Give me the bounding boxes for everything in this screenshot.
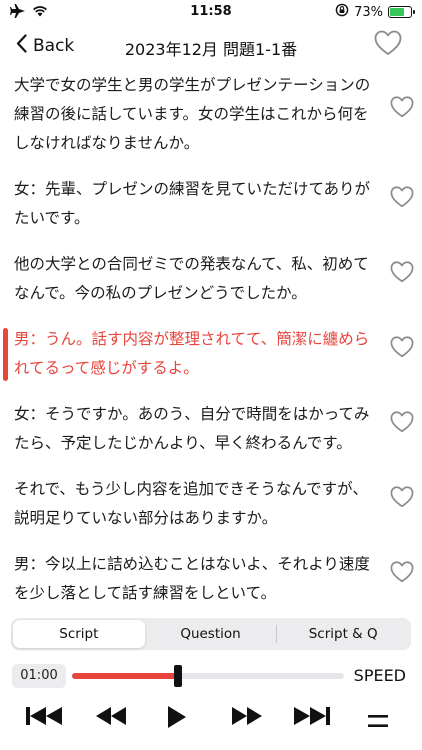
script-line[interactable]: 他の大学との合同ゼミでの発表なんて、私、初めてなんで。今の私のプレゼンどうでした…	[0, 245, 422, 308]
heart-outline-icon[interactable]	[390, 410, 414, 443]
view-mode-segmented-control[interactable]: Script Question Script & Q	[11, 618, 411, 650]
heart-outline-icon[interactable]	[390, 485, 414, 518]
rewind-button[interactable]	[96, 706, 126, 730]
script-line[interactable]: 大学で女の学生と男の学生がプレゼンテーションの練習の後に話しています。女の学生は…	[0, 66, 422, 158]
script-list[interactable]: 大学で女の学生と男の学生がプレゼンテーションの練習の後に話しています。女の学生は…	[0, 66, 422, 612]
skip-to-end-button[interactable]	[294, 706, 330, 730]
heart-outline-icon[interactable]	[390, 260, 414, 293]
playback-controls	[0, 700, 422, 740]
play-button[interactable]	[168, 706, 186, 732]
script-line-text: 女：そうですか。あのう、自分で時間をはかってみたら、予定したじかんより、早く終わ…	[14, 405, 370, 452]
heart-outline-icon[interactable]	[390, 185, 414, 218]
current-time: 01:00	[12, 664, 66, 688]
fast-forward-button[interactable]	[232, 706, 262, 730]
script-line[interactable]: 男：うん。話す内容が整理されてて、簡潔に纏められてるって感じがするよ。	[0, 320, 422, 383]
script-line-text: 男：今以上に詰め込むことはないよ、それより速度を少し落として話す練習をしといて。	[14, 555, 370, 602]
menu-icon	[368, 712, 388, 731]
tab-question[interactable]: Question	[145, 620, 277, 648]
speed-button[interactable]: SPEED	[354, 666, 406, 685]
progress-thumb[interactable]	[174, 665, 183, 687]
heart-outline-icon	[374, 30, 402, 60]
status-bar: 11:58 73%	[0, 0, 422, 24]
fast-forward-icon	[232, 707, 262, 730]
skip-to-start-button[interactable]	[26, 706, 62, 730]
page-title: 2023年12月 問題1-1番	[124, 40, 298, 59]
progress-row: 01:00 SPEED	[0, 662, 422, 690]
script-line[interactable]: 女：そうですか。あのう、自分で時間をはかってみたら、予定したじかんより、早く終わ…	[0, 395, 422, 458]
battery-percent: 73%	[354, 4, 383, 20]
script-line-text: それで、もう少し内容を追加できそうなんですが、説明足りていない部分はありますか。	[14, 480, 368, 527]
status-right: 73%	[335, 3, 415, 21]
script-line-text: 大学で女の学生と男の学生がプレゼンテーションの練習の後に話しています。女の学生は…	[14, 76, 371, 152]
tab-script-and-q[interactable]: Script & Q	[277, 620, 409, 648]
script-line-text: 他の大学との合同ゼミでの発表なんて、私、初めてなんで。今の私のプレゼンどうでした…	[14, 255, 369, 302]
tab-script[interactable]: Script	[13, 620, 145, 648]
nav-bar: Back 2023年12月 問題1-1番	[0, 26, 422, 66]
battery-icon	[388, 6, 415, 18]
heart-outline-icon[interactable]	[390, 96, 414, 128]
skip-to-start-icon	[26, 707, 62, 730]
progress-slider[interactable]	[72, 665, 344, 687]
favorite-button[interactable]	[374, 30, 402, 60]
rewind-icon	[96, 707, 126, 730]
heart-outline-icon[interactable]	[390, 335, 414, 368]
skip-to-end-icon	[294, 707, 330, 730]
script-line-text: 男：うん。話す内容が整理されてて、簡潔に纏められてるって感じがするよ。	[14, 330, 370, 377]
script-line-text: 女：先輩、プレゼンの練習を見ていただけてありがたいです。	[14, 180, 371, 227]
script-line[interactable]: それで、もう少し内容を追加できそうなんですが、説明足りていない部分はありますか。	[0, 470, 422, 533]
menu-button[interactable]	[368, 712, 388, 731]
progress-played	[72, 673, 179, 679]
play-icon	[168, 706, 186, 732]
heart-outline-icon[interactable]	[390, 560, 414, 593]
script-line[interactable]: 女：先輩、プレゼンの練習を見ていただけてありがたいです。	[0, 170, 422, 233]
rotation-lock-icon	[335, 3, 349, 21]
script-line[interactable]: 男：今以上に詰め込むことはないよ、それより速度を少し落として話す練習をしといて。	[0, 545, 422, 608]
